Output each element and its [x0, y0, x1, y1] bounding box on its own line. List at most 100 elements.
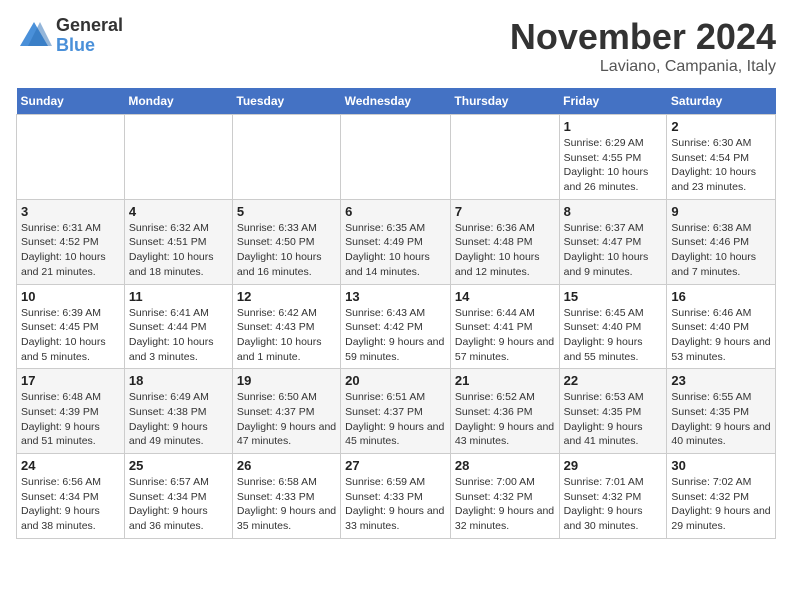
- day-info: Sunrise: 7:02 AM Sunset: 4:32 PM Dayligh…: [671, 475, 771, 534]
- logo: General Blue: [16, 16, 123, 56]
- day-info: Sunrise: 6:49 AM Sunset: 4:38 PM Dayligh…: [129, 390, 228, 449]
- day-info: Sunrise: 6:57 AM Sunset: 4:34 PM Dayligh…: [129, 475, 228, 534]
- header-thursday: Thursday: [450, 88, 559, 115]
- day-info: Sunrise: 6:38 AM Sunset: 4:46 PM Dayligh…: [671, 221, 771, 280]
- table-row: 5Sunrise: 6:33 AM Sunset: 4:50 PM Daylig…: [232, 199, 340, 284]
- day-number: 21: [455, 373, 555, 388]
- day-number: 28: [455, 458, 555, 473]
- table-row: 9 Sunrise: 6:38 AM Sunset: 4:46 PM Daylig…: [667, 199, 776, 284]
- table-row: 23 Sunrise: 6:55 AM Sunset: 4:35 PM Dayli…: [667, 369, 776, 454]
- table-row: 3 Sunrise: 6:31 AM Sunset: 4:52 PM Daylig…: [17, 199, 125, 284]
- table-row: 20Sunrise: 6:51 AM Sunset: 4:37 PM Dayli…: [341, 369, 451, 454]
- day-info: Sunrise: 6:50 AM Sunset: 4:37 PM Dayligh…: [237, 390, 336, 449]
- day-number: 23: [671, 373, 771, 388]
- table-row: [341, 115, 451, 200]
- table-row: 15 Sunrise: 6:45 AM Sunset: 4:40 PM Dayli…: [559, 284, 667, 369]
- day-info: Sunrise: 6:46 AM Sunset: 4:40 PM Dayligh…: [671, 306, 771, 365]
- table-row: 25 Sunrise: 6:57 AM Sunset: 4:34 PM Dayli…: [124, 454, 232, 539]
- day-info: Sunrise: 6:37 AM Sunset: 4:47 PM Dayligh…: [564, 221, 663, 280]
- table-row: 27 Sunrise: 6:59 AM Sunset: 4:33 PM Dayli…: [341, 454, 451, 539]
- logo-blue-label: Blue: [56, 36, 123, 56]
- day-info: Sunrise: 6:52 AM Sunset: 4:36 PM Dayligh…: [455, 390, 555, 449]
- table-row: [232, 115, 340, 200]
- day-number: 27: [345, 458, 446, 473]
- header-friday: Friday: [559, 88, 667, 115]
- day-number: 20: [345, 373, 446, 388]
- day-number: 16: [671, 289, 771, 304]
- table-row: 4 Sunrise: 6:32 AM Sunset: 4:51 PM Daylig…: [124, 199, 232, 284]
- day-info: Sunrise: 6:53 AM Sunset: 4:35 PM Dayligh…: [564, 390, 663, 449]
- day-info: Sunrise: 6:45 AM Sunset: 4:40 PM Dayligh…: [564, 306, 663, 365]
- header-sunday: Sunday: [17, 88, 125, 115]
- table-row: 10 Sunrise: 6:39 AM Sunset: 4:45 PM Dayli…: [17, 284, 125, 369]
- day-number: 7: [455, 204, 555, 219]
- day-number: 1: [564, 119, 663, 134]
- day-number: 18: [129, 373, 228, 388]
- table-row: [450, 115, 559, 200]
- title-block: November 2024 Laviano, Campania, Italy: [510, 16, 776, 76]
- header-tuesday: Tuesday: [232, 88, 340, 115]
- day-number: 10: [21, 289, 120, 304]
- logo-icon: [16, 18, 52, 54]
- day-number: 25: [129, 458, 228, 473]
- table-row: 16 Sunrise: 6:46 AM Sunset: 4:40 PM Dayli…: [667, 284, 776, 369]
- day-number: 4: [129, 204, 228, 219]
- table-row: 24Sunrise: 6:56 AM Sunset: 4:34 PM Dayli…: [17, 454, 125, 539]
- table-row: 21 Sunrise: 6:52 AM Sunset: 4:36 PM Dayli…: [450, 369, 559, 454]
- day-number: 30: [671, 458, 771, 473]
- table-row: 26 Sunrise: 6:58 AM Sunset: 4:33 PM Dayli…: [232, 454, 340, 539]
- header-wednesday: Wednesday: [341, 88, 451, 115]
- header-saturday: Saturday: [667, 88, 776, 115]
- day-number: 19: [237, 373, 336, 388]
- day-number: 3: [21, 204, 120, 219]
- table-row: [124, 115, 232, 200]
- day-number: 22: [564, 373, 663, 388]
- day-info: Sunrise: 6:33 AM Sunset: 4:50 PM Dayligh…: [237, 221, 336, 280]
- day-info: Sunrise: 6:44 AM Sunset: 4:41 PM Dayligh…: [455, 306, 555, 365]
- table-row: 18 Sunrise: 6:49 AM Sunset: 4:38 PM Dayli…: [124, 369, 232, 454]
- day-number: 6: [345, 204, 446, 219]
- day-info: Sunrise: 6:48 AM Sunset: 4:39 PM Dayligh…: [21, 390, 120, 449]
- day-info: Sunrise: 6:59 AM Sunset: 4:33 PM Dayligh…: [345, 475, 446, 534]
- day-info: Sunrise: 6:55 AM Sunset: 4:35 PM Dayligh…: [671, 390, 771, 449]
- day-info: Sunrise: 6:58 AM Sunset: 4:33 PM Dayligh…: [237, 475, 336, 534]
- day-info: Sunrise: 6:30 AM Sunset: 4:54 PM Dayligh…: [671, 136, 771, 195]
- day-number: 15: [564, 289, 663, 304]
- day-number: 12: [237, 289, 336, 304]
- day-number: 2: [671, 119, 771, 134]
- day-info: Sunrise: 6:39 AM Sunset: 4:45 PM Dayligh…: [21, 306, 120, 365]
- day-number: 11: [129, 289, 228, 304]
- table-row: 28 Sunrise: 7:00 AM Sunset: 4:32 PM Dayli…: [450, 454, 559, 539]
- day-info: Sunrise: 6:32 AM Sunset: 4:51 PM Dayligh…: [129, 221, 228, 280]
- logo-general-label: General: [56, 16, 123, 36]
- day-info: Sunrise: 6:29 AM Sunset: 4:55 PM Dayligh…: [564, 136, 663, 195]
- table-row: 17 Sunrise: 6:48 AM Sunset: 4:39 PM Dayli…: [17, 369, 125, 454]
- day-number: 9: [671, 204, 771, 219]
- day-info: Sunrise: 6:35 AM Sunset: 4:49 PM Dayligh…: [345, 221, 446, 280]
- table-row: 2 Sunrise: 6:30 AM Sunset: 4:54 PM Daylig…: [667, 115, 776, 200]
- table-row: 11 Sunrise: 6:41 AM Sunset: 4:44 PM Dayli…: [124, 284, 232, 369]
- day-number: 14: [455, 289, 555, 304]
- day-info: Sunrise: 6:56 AM Sunset: 4:34 PM Dayligh…: [21, 475, 120, 534]
- day-info: Sunrise: 6:36 AM Sunset: 4:48 PM Dayligh…: [455, 221, 555, 280]
- table-row: 19 Sunrise: 6:50 AM Sunset: 4:37 PM Dayli…: [232, 369, 340, 454]
- table-row: 22 Sunrise: 6:53 AM Sunset: 4:35 PM Dayli…: [559, 369, 667, 454]
- calendar-header: Sunday Monday Tuesday Wednesday Thursday…: [17, 88, 776, 115]
- day-info: Sunrise: 7:01 AM Sunset: 4:32 PM Dayligh…: [564, 475, 663, 534]
- day-info: Sunrise: 6:41 AM Sunset: 4:44 PM Dayligh…: [129, 306, 228, 365]
- page-header: General Blue November 2024 Laviano, Camp…: [16, 16, 776, 76]
- day-number: 26: [237, 458, 336, 473]
- table-row: 8Sunrise: 6:37 AM Sunset: 4:47 PM Daylig…: [559, 199, 667, 284]
- table-row: 12 Sunrise: 6:42 AM Sunset: 4:43 PM Dayli…: [232, 284, 340, 369]
- table-row: 30 Sunrise: 7:02 AM Sunset: 4:32 PM Dayli…: [667, 454, 776, 539]
- calendar-table: Sunday Monday Tuesday Wednesday Thursday…: [16, 88, 776, 539]
- table-row: 6 Sunrise: 6:35 AM Sunset: 4:49 PM Daylig…: [341, 199, 451, 284]
- table-row: 7 Sunrise: 6:36 AM Sunset: 4:48 PM Daylig…: [450, 199, 559, 284]
- day-info: Sunrise: 6:31 AM Sunset: 4:52 PM Dayligh…: [21, 221, 120, 280]
- day-info: Sunrise: 7:00 AM Sunset: 4:32 PM Dayligh…: [455, 475, 555, 534]
- day-info: Sunrise: 6:42 AM Sunset: 4:43 PM Dayligh…: [237, 306, 336, 365]
- day-number: 13: [345, 289, 446, 304]
- table-row: 13Sunrise: 6:43 AM Sunset: 4:42 PM Dayli…: [341, 284, 451, 369]
- day-number: 17: [21, 373, 120, 388]
- table-row: 29Sunrise: 7:01 AM Sunset: 4:32 PM Dayli…: [559, 454, 667, 539]
